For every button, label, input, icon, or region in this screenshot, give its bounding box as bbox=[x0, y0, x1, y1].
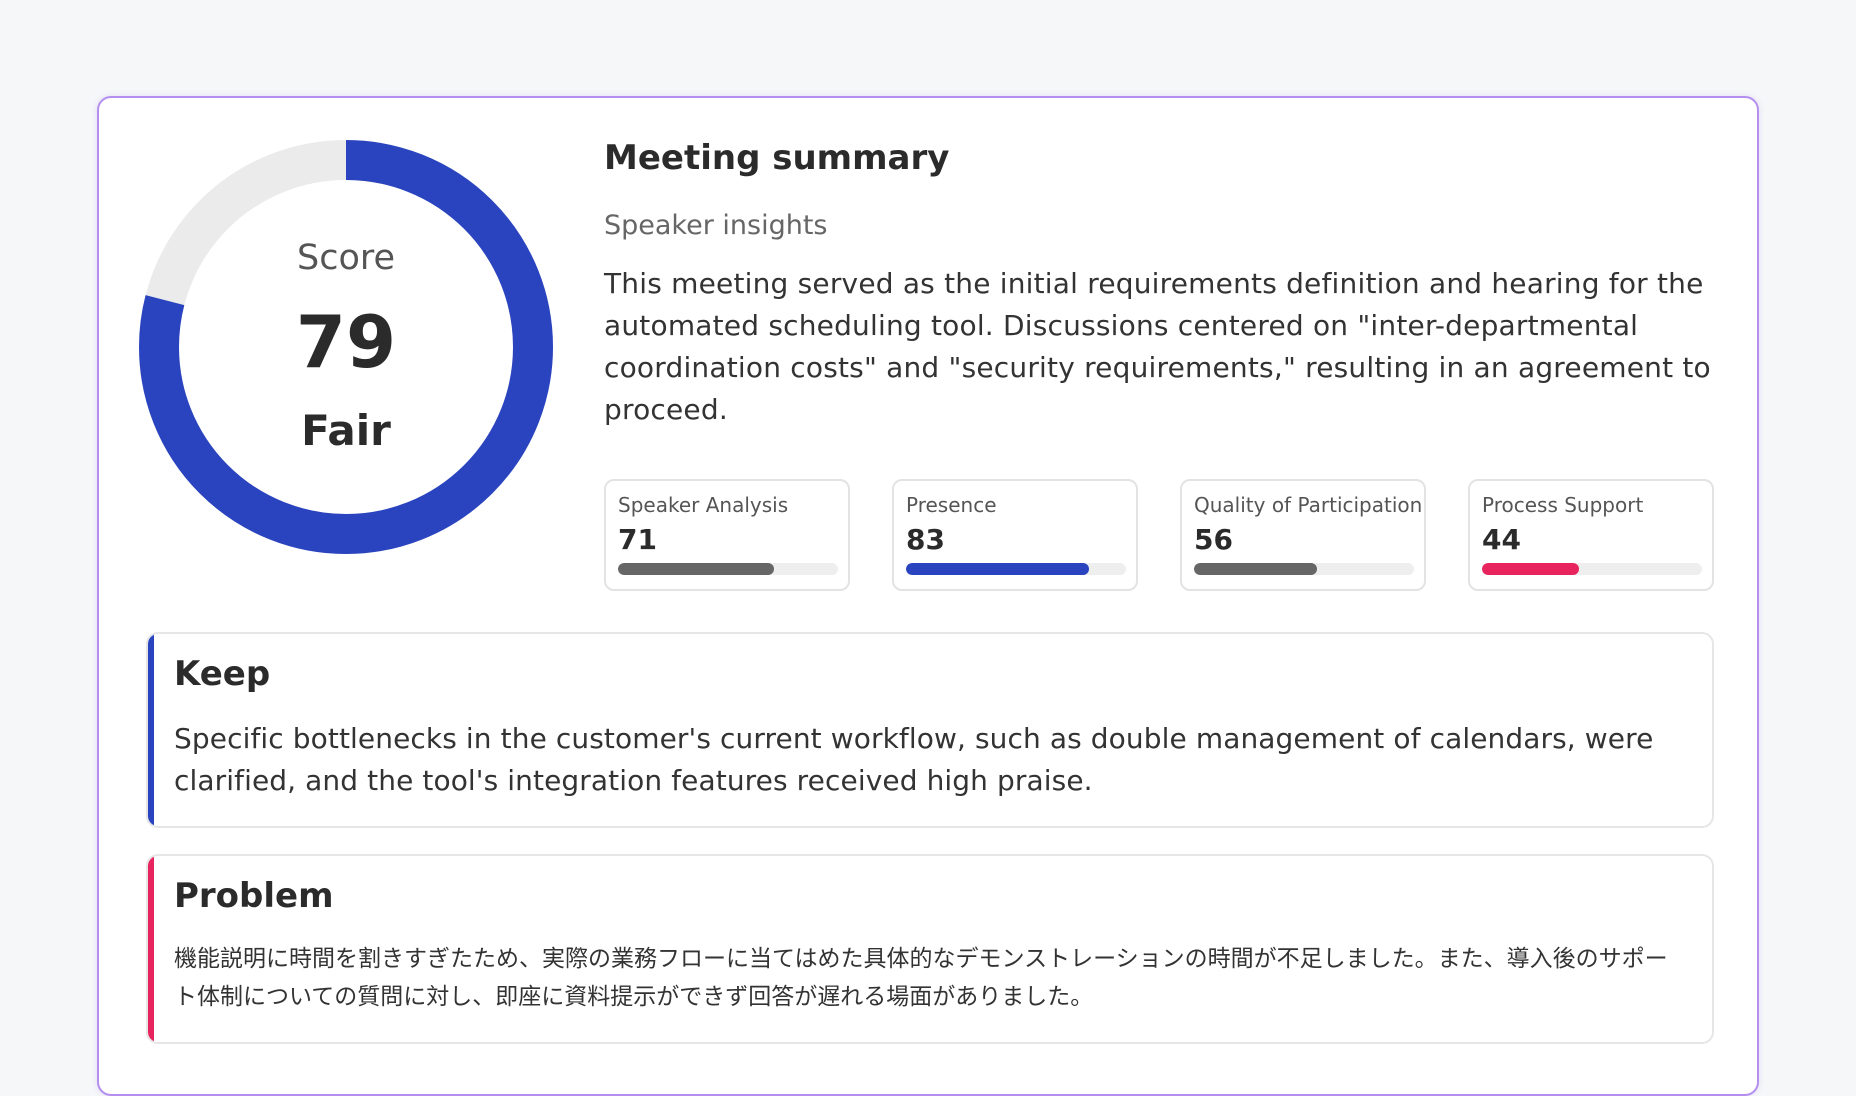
metric-process-support: Process Support 44 bbox=[1468, 479, 1714, 591]
metric-bar-fill bbox=[1482, 563, 1579, 575]
score-rating: Fair bbox=[301, 406, 391, 455]
metric-label: Presence bbox=[906, 493, 997, 517]
keep-accent-bar bbox=[148, 634, 154, 826]
keep-body: Specific bottlenecks in the customer's c… bbox=[174, 722, 1654, 797]
metric-bar-track bbox=[1194, 563, 1414, 575]
metric-bar-fill bbox=[618, 563, 775, 575]
metric-quality-of-participation: Quality of Participation 56 bbox=[1180, 479, 1426, 591]
metric-speaker-analysis: Speaker Analysis 71 bbox=[604, 479, 850, 591]
metric-value: 56 bbox=[1194, 523, 1233, 556]
metrics-row: Speaker Analysis 71 Presence 83 Quality … bbox=[604, 479, 1724, 591]
problem-body: 機能説明に時間を割きすぎたため、実際の業務フローに当てはめた具体的なデモンストレ… bbox=[174, 946, 1668, 1010]
score-value: 79 bbox=[295, 300, 397, 384]
metric-label: Process Support bbox=[1482, 493, 1644, 517]
metric-bar-track bbox=[906, 563, 1126, 575]
metric-presence: Presence 83 bbox=[892, 479, 1138, 591]
problem-title: Problem bbox=[174, 876, 334, 916]
metric-value: 44 bbox=[1482, 523, 1521, 556]
problem-panel: Problem 機能説明に時間を割きすぎたため、実際の業務フローに当てはめた具体… bbox=[146, 854, 1714, 1044]
problem-accent-bar bbox=[148, 856, 154, 1042]
metric-label: Quality of Participation bbox=[1194, 493, 1423, 517]
score-gauge: Score 79 Fair bbox=[139, 140, 553, 554]
metric-bar-fill bbox=[906, 563, 1089, 575]
score-label: Score bbox=[296, 238, 396, 278]
summary-section: Meeting summary Speaker insights This me… bbox=[604, 138, 1724, 431]
metric-value: 83 bbox=[906, 523, 945, 556]
metric-bar-track bbox=[1482, 563, 1702, 575]
keep-panel: Keep Specific bottlenecks in the custome… bbox=[146, 632, 1714, 828]
meeting-summary-card: Score 79 Fair Meeting summary Speaker in… bbox=[97, 96, 1759, 1096]
summary-subtitle: Speaker insights bbox=[604, 210, 828, 241]
summary-title: Meeting summary bbox=[604, 138, 950, 178]
metric-label: Speaker Analysis bbox=[618, 493, 789, 517]
summary-body: This meeting served as the initial requi… bbox=[604, 267, 1711, 426]
keep-title: Keep bbox=[174, 654, 271, 694]
metric-value: 71 bbox=[618, 523, 657, 556]
metric-bar-fill bbox=[1194, 563, 1318, 575]
metric-bar-track bbox=[618, 563, 838, 575]
